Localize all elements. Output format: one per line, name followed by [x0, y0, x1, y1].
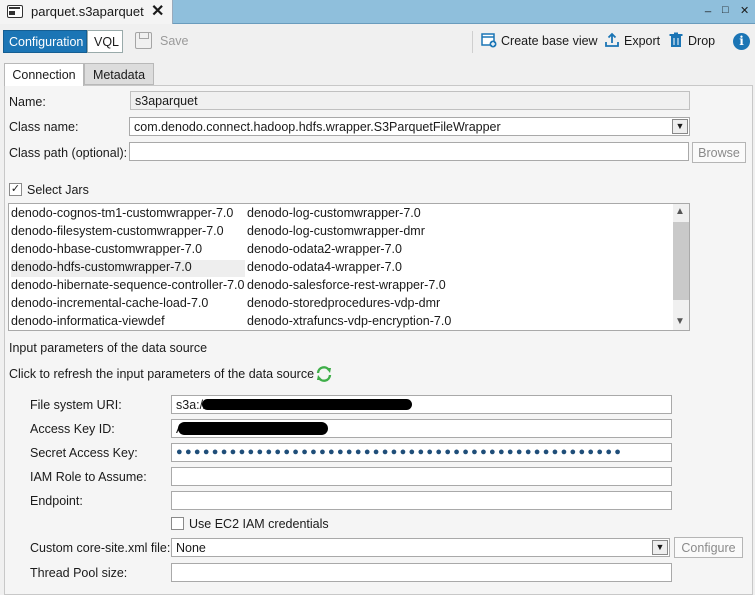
list-item[interactable]: denodo-odata4-wrapper-7.0	[247, 260, 402, 277]
minimize-icon[interactable]: _	[705, 1, 711, 13]
access-key-field[interactable]: A	[171, 419, 672, 438]
core-site-select[interactable]: None ▼	[171, 538, 670, 557]
jar-list[interactable]: denodo-cognos-tm1-customwrapper-7.0 deno…	[8, 203, 690, 331]
secret-key-label: Secret Access Key:	[30, 446, 138, 460]
close-tab-icon[interactable]: ✕	[151, 1, 164, 21]
iam-role-field[interactable]	[171, 467, 672, 486]
list-item[interactable]: denodo-log-customwrapper-7.0	[247, 206, 421, 223]
create-base-view-icon	[481, 33, 497, 48]
class-path-field[interactable]	[129, 142, 689, 161]
save-icon	[135, 32, 152, 49]
chevron-down-icon[interactable]: ▼	[672, 119, 688, 134]
thread-pool-field[interactable]	[171, 563, 672, 582]
ec2-iam-checkbox[interactable]	[171, 517, 184, 530]
list-item-selected[interactable]: denodo-hdfs-customwrapper-7.0	[11, 260, 245, 277]
list-item[interactable]: denodo-salesforce-rest-wrapper-7.0	[247, 278, 446, 295]
info-icon[interactable]: i	[733, 33, 750, 50]
redaction-mark	[202, 399, 412, 410]
save-label: Save	[160, 34, 189, 48]
list-item[interactable]: denodo-filesystem-customwrapper-7.0	[11, 224, 224, 241]
trash-icon	[669, 32, 683, 47]
toolbar-separator	[472, 31, 473, 53]
iam-role-label: IAM Role to Assume:	[30, 470, 147, 484]
maximize-icon[interactable]: □	[722, 4, 729, 16]
window-icon	[7, 5, 23, 18]
secret-key-field[interactable]: ●●●●●●●●●●●●●●●●●●●●●●●●●●●●●●●●●●●●●●●●…	[171, 443, 672, 462]
vql-button[interactable]: VQL	[87, 30, 123, 53]
list-item[interactable]: denodo-hibernate-sequence-controller-7.0	[11, 278, 244, 295]
list-item[interactable]: denodo-log-customwrapper-dmr	[247, 224, 425, 241]
access-key-label: Access Key ID:	[30, 422, 115, 436]
refresh-icon[interactable]	[315, 365, 333, 383]
endpoint-label: Endpoint:	[30, 494, 83, 508]
tab-connection[interactable]: Connection	[4, 63, 84, 86]
fs-uri-field[interactable]: s3a://	[171, 395, 672, 414]
scrollbar-thumb[interactable]	[673, 222, 689, 300]
list-item[interactable]: denodo-informatica-viewdef	[11, 314, 165, 331]
class-path-label: Class path (optional):	[9, 146, 128, 160]
list-item[interactable]: denodo-storedprocedures-vdp-dmr	[247, 296, 440, 313]
tab-title: parquet.s3aparquet	[31, 4, 144, 19]
connection-panel	[4, 85, 753, 595]
list-item[interactable]: denodo-incremental-cache-load-7.0	[11, 296, 208, 313]
select-jars-checkbox[interactable]: ✓	[9, 183, 22, 196]
chevron-up-icon[interactable]: ▲	[675, 206, 685, 217]
drop-label: Drop	[688, 34, 716, 48]
list-item[interactable]: denodo-odata2-wrapper-7.0	[247, 242, 402, 259]
tab-metadata[interactable]: Metadata	[84, 63, 154, 85]
thread-pool-label: Thread Pool size:	[30, 566, 128, 580]
chevron-down-icon[interactable]: ▼	[675, 316, 685, 327]
jar-list-scrollbar[interactable]: ▲ ▼	[673, 204, 689, 330]
select-jars-label: Select Jars	[27, 183, 89, 197]
create-base-view-label: Create base view	[501, 34, 598, 48]
configuration-button[interactable]: Configuration	[3, 30, 87, 53]
core-site-value: None	[176, 541, 206, 555]
browse-button[interactable]: Browse	[692, 142, 746, 163]
document-tab[interactable]: parquet.s3aparquet ✕	[0, 0, 173, 24]
list-item[interactable]: denodo-hbase-customwrapper-7.0	[11, 242, 202, 259]
name-field[interactable]: s3aparquet	[130, 91, 690, 110]
list-item[interactable]: denodo-xtrafuncs-vdp-encryption-7.0	[247, 314, 451, 331]
redaction-mark	[178, 422, 328, 435]
refresh-text: Click to refresh the input parameters of…	[9, 367, 315, 381]
export-label: Export	[624, 34, 661, 48]
chevron-down-icon[interactable]: ▼	[652, 540, 668, 555]
fs-uri-label: File system URI:	[30, 398, 122, 412]
configure-button[interactable]: Configure	[674, 537, 743, 558]
list-item[interactable]: denodo-cognos-tm1-customwrapper-7.0	[11, 206, 233, 223]
class-name-select[interactable]: com.denodo.connect.hadoop.hdfs.wrapper.S…	[129, 117, 690, 136]
class-name-value: com.denodo.connect.hadoop.hdfs.wrapper.S…	[134, 120, 501, 134]
input-parameters-heading: Input parameters of the data source	[9, 341, 208, 355]
core-site-label: Custom core-site.xml file:	[30, 541, 171, 555]
class-name-label: Class name:	[9, 120, 79, 134]
name-label: Name:	[9, 95, 46, 109]
ec2-iam-label: Use EC2 IAM credentials	[189, 517, 329, 531]
endpoint-field[interactable]	[171, 491, 672, 510]
export-icon	[605, 32, 619, 47]
close-window-icon[interactable]: ✕	[740, 4, 749, 17]
